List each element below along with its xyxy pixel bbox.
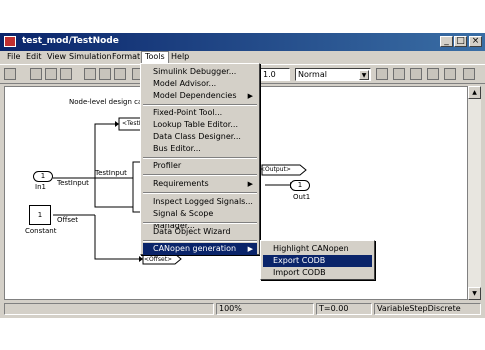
- new-model-icon[interactable]: [4, 68, 16, 80]
- window-title: test_mod/TestNode: [22, 36, 119, 46]
- menu-item-signal-scope-manager[interactable]: Signal & Scope Manager...: [143, 208, 257, 230]
- submenu-arrow-icon: ▶: [247, 180, 253, 188]
- menu-item-profiler[interactable]: Profiler: [143, 160, 257, 172]
- sim-time: T=0.00: [316, 303, 372, 315]
- chevron-down-icon[interactable]: ▼: [359, 70, 369, 80]
- debug-icon[interactable]: [427, 68, 439, 80]
- build-icon[interactable]: [376, 68, 388, 80]
- menu-item-bus-editor[interactable]: Bus Editor...: [143, 143, 257, 155]
- parent-icon[interactable]: [463, 68, 475, 80]
- maximize-icon[interactable]: □: [454, 36, 467, 47]
- model-advisor-icon[interactable]: [444, 68, 456, 80]
- menu-format[interactable]: Format: [109, 52, 143, 61]
- menu-item-canopen-generation[interactable]: CANopen generation ▶: [143, 243, 257, 255]
- tools-menu: Simulink Debugger... Model Advisor... Mo…: [140, 63, 260, 255]
- minimize-icon[interactable]: _: [440, 36, 453, 47]
- menu-item-label: Profiler: [153, 161, 182, 170]
- in1-port-number: 1: [40, 172, 46, 180]
- menu-item-data-object-wizard[interactable]: Data Object Wizard: [143, 226, 257, 238]
- offset-signal-label: Offset: [57, 216, 79, 224]
- paste-icon[interactable]: [114, 68, 126, 80]
- menu-separator: [143, 222, 257, 224]
- menu-item-inspect-logged-signals[interactable]: Inspect Logged Signals...: [143, 196, 257, 208]
- menu-item-fixed-point-tool[interactable]: Fixed-Point Tool...: [143, 107, 257, 119]
- out1-label: Out1: [293, 193, 311, 201]
- menu-item-label: Bus Editor...: [153, 144, 201, 153]
- testinput-branch2: [94, 178, 135, 208]
- menu-item-model-dependencies[interactable]: Model Dependencies ▶: [143, 90, 257, 102]
- menu-separator: [143, 192, 257, 194]
- menu-edit[interactable]: Edit: [23, 52, 45, 61]
- menu-item-model-advisor[interactable]: Model Advisor...: [143, 78, 257, 90]
- menu-item-label: Requirements: [153, 179, 209, 188]
- offset-branch: [94, 215, 139, 260]
- menu-file[interactable]: File: [4, 52, 23, 61]
- constant-label: Constant: [25, 227, 57, 235]
- submenu-arrow-icon: ▶: [247, 92, 253, 100]
- simulink-app-icon: [4, 36, 16, 47]
- library-browser-icon[interactable]: [393, 68, 405, 80]
- testinput-signal-label-2: TestInput: [95, 169, 127, 177]
- menu-item-highlight-canopen-objects[interactable]: Highlight CANopen objects: [263, 243, 372, 265]
- menu-item-label: Import CODB: [273, 268, 326, 277]
- menu-separator: [143, 174, 257, 176]
- simulation-mode-value: Normal: [298, 70, 327, 79]
- canopen-submenu: Highlight CANopen objects Export CODB Im…: [260, 240, 375, 280]
- cut-icon[interactable]: [84, 68, 96, 80]
- menu-item-label: Fixed-Point Tool...: [153, 108, 223, 117]
- menu-item-label: Inspect Logged Signals...: [153, 197, 253, 206]
- title-bar[interactable]: test_mod/TestNode _ □ ×: [0, 33, 485, 51]
- copy-icon[interactable]: [99, 68, 111, 80]
- save-icon[interactable]: [45, 68, 57, 80]
- simulation-mode-select[interactable]: Normal ▼: [295, 68, 371, 81]
- testinput-signal-label: TestInput: [57, 179, 89, 187]
- out1-port-number: 1: [297, 181, 303, 189]
- menu-simulation[interactable]: Simulation: [66, 52, 115, 61]
- menu-item-label: Model Advisor...: [153, 79, 217, 88]
- constant-block[interactable]: 1: [29, 205, 51, 225]
- stop-time-input[interactable]: 1.0: [260, 68, 290, 81]
- in1-label: In1: [35, 183, 46, 191]
- print-icon[interactable]: [60, 68, 72, 80]
- arrowhead: [115, 121, 119, 127]
- vertical-scrollbar[interactable]: ▲ ▼: [468, 86, 481, 300]
- menu-item-requirements[interactable]: Requirements ▶: [143, 178, 257, 190]
- arrowhead: [139, 256, 143, 262]
- menu-item-import-codb[interactable]: Import CODB: [263, 267, 372, 279]
- menu-item-label: Simulink Debugger...: [153, 67, 237, 76]
- menu-item-label: CANopen generation: [153, 244, 237, 253]
- menu-help[interactable]: Help: [168, 52, 192, 61]
- from-offset-label: <Offset>: [144, 256, 173, 263]
- menu-item-label: Data Class Designer...: [153, 132, 241, 141]
- menu-item-label: Model Dependencies: [153, 91, 237, 100]
- menu-separator: [143, 104, 257, 106]
- explorer-icon[interactable]: [410, 68, 422, 80]
- close-icon[interactable]: ×: [469, 36, 482, 47]
- scroll-up-icon[interactable]: ▲: [468, 86, 481, 99]
- model-note: Node-level design ca: [69, 98, 143, 106]
- solver-name: VariableStepDiscrete: [374, 303, 481, 315]
- goto-output-label: <Output>: [260, 166, 291, 173]
- menu-item-simulink-debugger[interactable]: Simulink Debugger...: [143, 66, 257, 78]
- menu-separator: [143, 157, 257, 159]
- open-icon[interactable]: [30, 68, 42, 80]
- constant-value: 1: [37, 211, 43, 219]
- menu-item-lookup-table-editor[interactable]: Lookup Table Editor...: [143, 119, 257, 131]
- zoom-level: 100%: [216, 303, 314, 315]
- scroll-down-icon[interactable]: ▼: [468, 287, 481, 300]
- menu-item-label: Export CODB: [273, 256, 326, 265]
- menu-separator: [143, 240, 257, 242]
- status-message: [4, 303, 214, 315]
- submenu-arrow-icon: ▶: [247, 245, 253, 253]
- menu-item-label: Data Object Wizard: [153, 227, 231, 236]
- menu-item-label: Lookup Table Editor...: [153, 120, 238, 129]
- in1-block[interactable]: 1: [33, 171, 53, 182]
- menu-item-data-class-designer[interactable]: Data Class Designer...: [143, 131, 257, 143]
- out1-block[interactable]: 1: [290, 180, 310, 191]
- menu-item-export-codb[interactable]: Export CODB: [263, 255, 372, 267]
- status-bar: 100% T=0.00 VariableStepDiscrete: [0, 302, 485, 316]
